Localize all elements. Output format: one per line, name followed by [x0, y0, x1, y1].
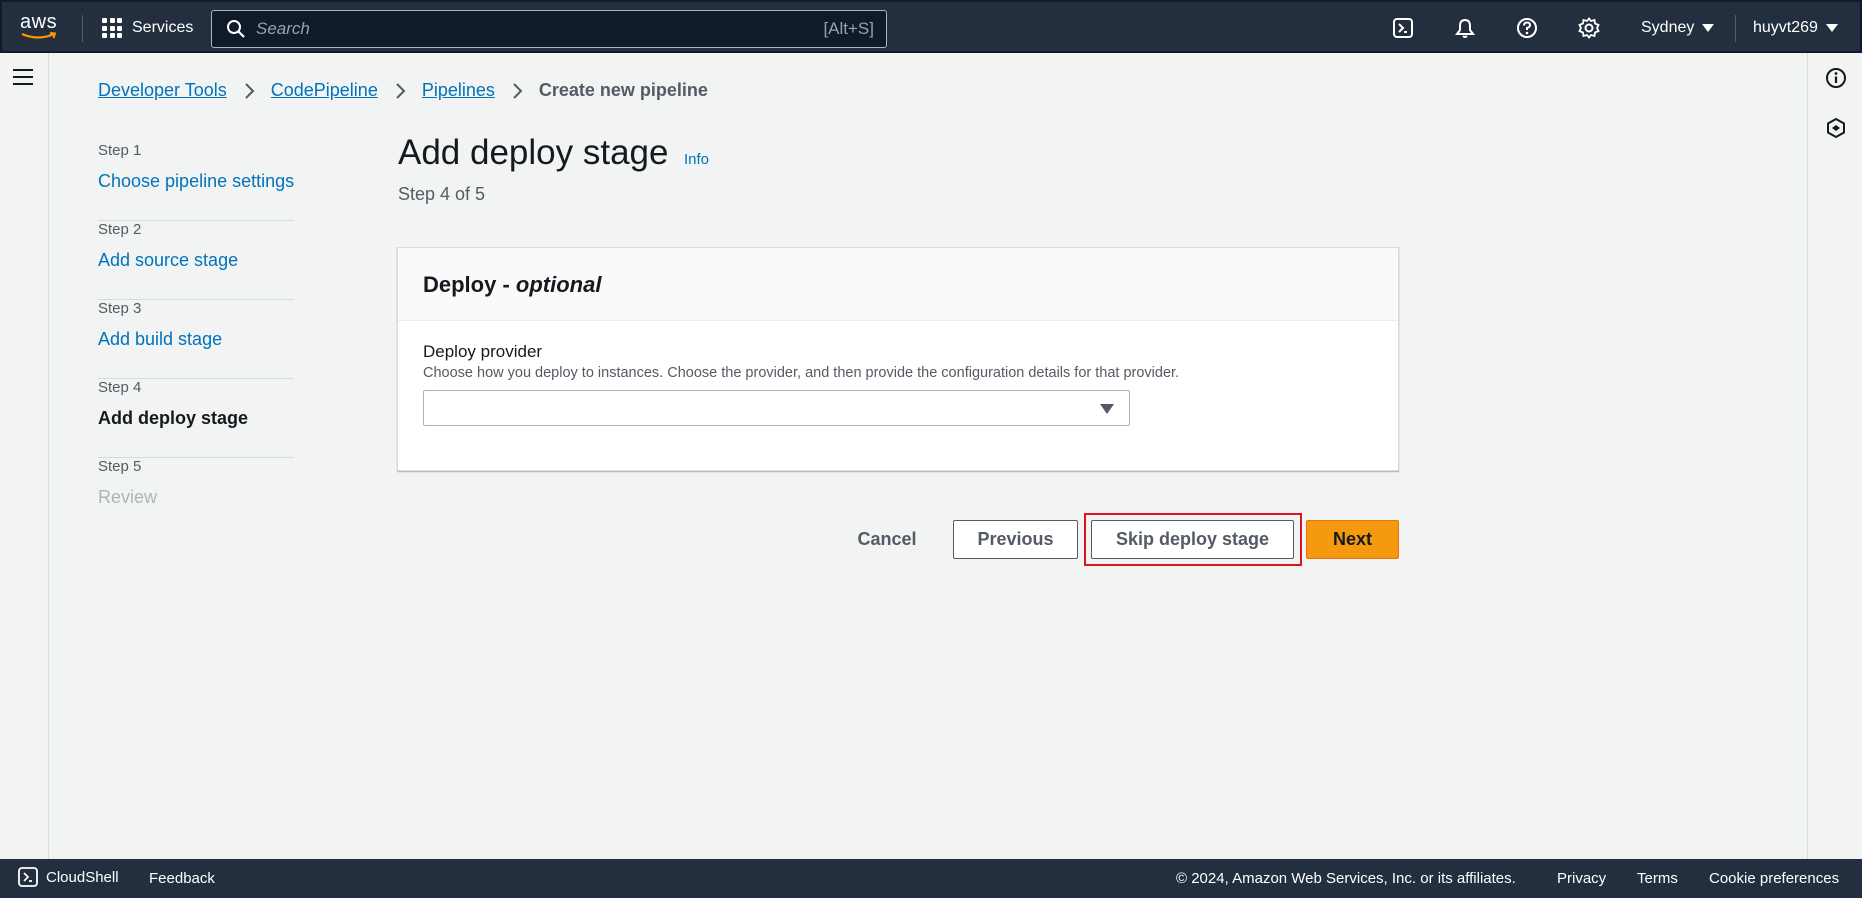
previous-button[interactable]: Previous [953, 520, 1078, 559]
nav-divider [1735, 15, 1736, 42]
breadcrumb-pipelines[interactable]: Pipelines [422, 80, 495, 101]
step-link-build-stage[interactable]: Add build stage [98, 329, 222, 350]
chevron-right-icon [245, 82, 255, 99]
top-navigation: aws Services [Alt+S] [0, 0, 1862, 53]
wizard-steps: Step 1 Choose pipeline settings Step 2 A… [98, 142, 294, 537]
feedback-link[interactable]: Feedback [149, 870, 215, 887]
step-current-deploy-stage: Add deploy stage [98, 408, 249, 428]
panel-header: Deploy - optional [398, 248, 1398, 321]
footer: CloudShell Feedback © 2024, Amazon Web S… [0, 859, 1862, 898]
help-icon[interactable] [1516, 17, 1538, 39]
search-shortcut: [Alt+S] [823, 19, 874, 38]
chevron-right-icon [513, 82, 523, 99]
panel-title: Deploy - optional [423, 272, 601, 298]
aws-logo-text: aws [20, 11, 58, 33]
info-link[interactable]: Info [684, 151, 709, 168]
deploy-provider-label: Deploy provider [423, 342, 543, 361]
deploy-provider-description: Choose how you deploy to instances. Choo… [423, 365, 1180, 381]
step-number: Step 4 [98, 379, 142, 396]
step-number: Step 3 [98, 300, 142, 317]
breadcrumb: Developer Tools CodePipeline Pipelines C… [98, 80, 708, 101]
services-label: Services [132, 19, 194, 36]
search-input[interactable] [256, 19, 824, 39]
step-link-pipeline-settings[interactable]: Choose pipeline settings [98, 171, 294, 192]
settings-gear-icon[interactable] [1578, 17, 1600, 39]
step-progress-text: Step 4 of 5 [398, 184, 486, 204]
left-rail [0, 53, 49, 859]
step-number: Step 5 [98, 458, 142, 475]
right-rail [1807, 53, 1862, 859]
cloudshell-icon[interactable] [1392, 17, 1414, 39]
aws-logo[interactable]: aws [20, 12, 62, 44]
grid-icon [102, 18, 122, 38]
step-number: Step 1 [98, 142, 142, 159]
deploy-provider-select[interactable] [423, 390, 1130, 426]
skip-deploy-stage-button[interactable]: Skip deploy stage [1091, 520, 1294, 559]
wizard-step: Step 3 Add build stage [98, 300, 294, 379]
step-review-disabled: Review [98, 487, 158, 507]
region-label: Sydney [1641, 19, 1695, 36]
account-name: huyvt269 [1753, 19, 1818, 36]
breadcrumb-codepipeline[interactable]: CodePipeline [271, 80, 378, 101]
privacy-link[interactable]: Privacy [1557, 870, 1606, 887]
cookie-preferences-link[interactable]: Cookie preferences [1709, 870, 1839, 887]
wizard-step: Step 2 Add source stage [98, 221, 294, 300]
cloudshell-icon [18, 867, 38, 887]
caret-down-icon [1100, 404, 1114, 414]
step-link-source-stage[interactable]: Add source stage [98, 250, 238, 271]
account-menu[interactable]: huyvt269 [1753, 19, 1838, 37]
wizard-step: Step 1 Choose pipeline settings [98, 142, 294, 221]
cloudshell-label: CloudShell [46, 868, 119, 886]
notifications-bell-icon[interactable] [1454, 17, 1476, 39]
search-bar[interactable]: [Alt+S] [211, 10, 887, 48]
panel-title-optional: optional [515, 272, 602, 297]
menu-hamburger-icon[interactable] [13, 69, 33, 85]
region-selector[interactable]: Sydney [1641, 19, 1715, 37]
breadcrumb-current: Create new pipeline [538, 80, 708, 100]
panel-title-main: Deploy - [423, 272, 516, 297]
info-panel-icon[interactable] [1825, 67, 1847, 89]
wizard-step: Step 4 Add deploy stage [98, 379, 294, 458]
caret-down-icon [1702, 24, 1715, 32]
chevron-right-icon [396, 82, 406, 99]
cancel-button[interactable]: Cancel [846, 520, 928, 559]
services-menu-button[interactable]: Services [102, 18, 193, 38]
page-title: Add deploy stage [398, 133, 669, 172]
next-button[interactable]: Next [1306, 520, 1399, 559]
resources-hexagon-icon[interactable] [1825, 117, 1847, 139]
copyright-text: © 2024, Amazon Web Services, Inc. or its… [1176, 870, 1516, 887]
search-icon [227, 20, 245, 38]
breadcrumb-developer-tools[interactable]: Developer Tools [98, 80, 227, 101]
step-number: Step 2 [98, 221, 142, 238]
nav-divider [82, 15, 83, 42]
deploy-panel: Deploy - optional Deploy provider Choose… [397, 247, 1399, 471]
wizard-step: Step 5 Review [98, 458, 294, 537]
cloudshell-button[interactable]: CloudShell [18, 867, 119, 887]
terms-link[interactable]: Terms [1637, 870, 1678, 887]
caret-down-icon [1825, 24, 1838, 32]
